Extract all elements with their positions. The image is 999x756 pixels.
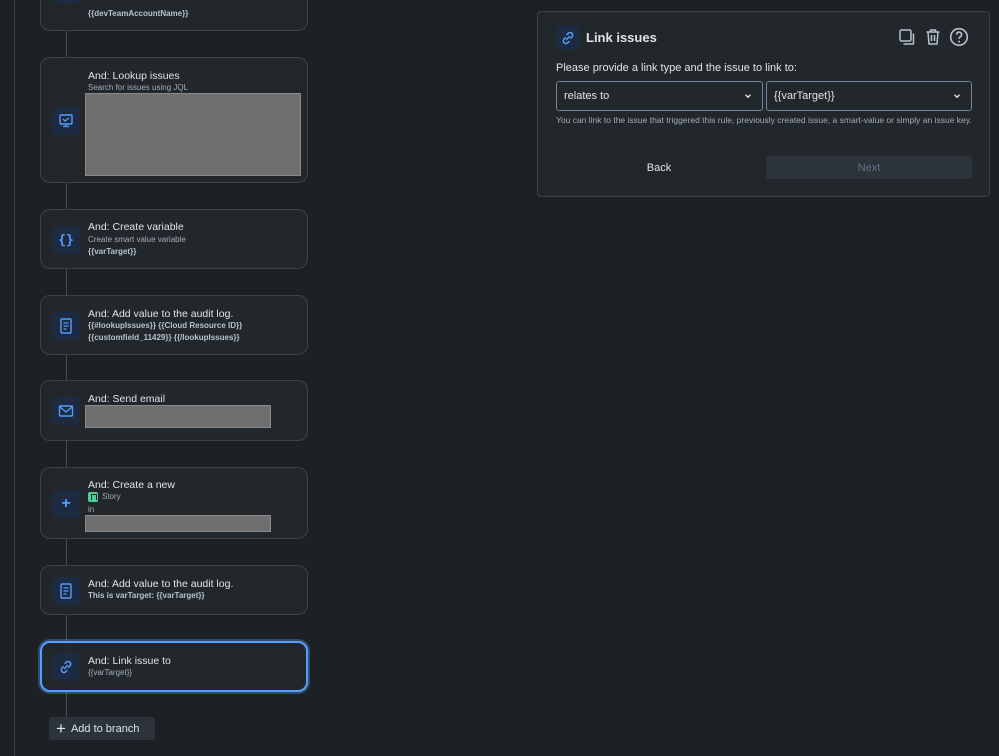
story-icon <box>88 492 98 502</box>
chevron-down-icon <box>952 91 962 104</box>
card-variable-value: {{varTarget}} <box>88 247 137 256</box>
component-card-create-issue[interactable]: + And: Create a new Story in <box>40 467 308 539</box>
link-type-select[interactable]: relates to <box>556 81 763 111</box>
panel-actions <box>897 26 969 48</box>
plus-icon: + <box>52 490 80 518</box>
mail-icon <box>52 397 80 425</box>
card-title: And: Add value to the audit log. <box>88 578 234 590</box>
link-type-value: relates to <box>564 90 610 102</box>
card-link-value: {{varTarget}} <box>88 668 133 677</box>
card-in-label: in <box>88 505 95 514</box>
component-card-audit-log[interactable]: And: Add value to the audit log. This is… <box>40 565 308 615</box>
redacted-project <box>85 515 271 532</box>
add-to-branch-button[interactable]: + Add to branch <box>49 717 155 740</box>
component-card-account-name[interactable]: {{devTeamAccountName}} <box>40 0 308 31</box>
plus-icon: + <box>56 719 66 738</box>
component-card-create-variable[interactable]: {} And: Create variable Create smart val… <box>40 209 308 269</box>
component-card-send-email[interactable]: And: Send email <box>40 380 308 441</box>
link-issues-panel: Link issues Please provide a link type a… <box>537 11 990 197</box>
redacted-email <box>85 405 271 428</box>
card-title: And: Send email <box>88 393 166 405</box>
card-title: And: Create variable <box>88 221 184 233</box>
document-icon <box>52 312 80 340</box>
card-title: And: Link issue to <box>88 655 171 667</box>
component-card-audit-log[interactable]: And: Add value to the audit log. {{#look… <box>40 295 308 355</box>
connector <box>66 31 67 57</box>
help-icon[interactable] <box>949 26 969 48</box>
connector <box>66 441 67 467</box>
duplicate-icon[interactable] <box>897 26 917 48</box>
link-target-value: {{varTarget}} <box>774 90 835 102</box>
connector <box>66 183 67 209</box>
component-card-lookup-issues[interactable]: And: Lookup issues Search for issues usi… <box>40 57 308 183</box>
connector <box>66 355 67 380</box>
link-target-select[interactable]: {{varTarget}} <box>766 81 972 111</box>
trash-icon[interactable] <box>923 26 943 48</box>
connector <box>66 692 67 718</box>
card-line: {{devTeamAccountName}} <box>88 9 189 18</box>
panel-help-text: You can link to the issue that triggered… <box>556 115 972 125</box>
card-subtitle: Create smart value variable <box>88 235 186 244</box>
issue-type-label: Story <box>102 492 121 502</box>
next-button[interactable]: Next <box>766 156 972 179</box>
card-line: This is varTarget: {{varTarget}} <box>88 591 205 600</box>
link-icon <box>556 26 580 50</box>
connector <box>66 615 67 641</box>
left-rail <box>14 0 15 756</box>
card-line: {{customfield_11429}} {{/lookupIssues}} <box>88 333 240 342</box>
redacted-jql <box>85 93 301 176</box>
document-icon <box>52 577 80 605</box>
card-line: {{#lookupIssues}} {{Cloud Resource ID}} <box>88 321 243 330</box>
back-button[interactable]: Back <box>556 156 762 179</box>
panel-title: Link issues <box>586 30 657 45</box>
braces-icon: {} <box>52 226 80 254</box>
component-icon-box <box>52 0 80 3</box>
card-title: And: Create a new <box>88 479 175 491</box>
component-card-link-issue[interactable]: And: Link issue to {{varTarget}} <box>40 641 308 692</box>
add-to-branch-label: Add to branch <box>70 722 140 735</box>
link-icon <box>52 653 80 681</box>
card-title: And: Lookup issues <box>88 70 180 82</box>
card-title: And: Add value to the audit log. <box>88 308 234 320</box>
chevron-down-icon <box>743 91 753 104</box>
monitor-icon <box>52 107 80 135</box>
connector <box>66 269 67 295</box>
connector <box>66 539 67 565</box>
panel-prompt: Please provide a link type and the issue… <box>556 62 797 74</box>
issue-type: Story <box>88 492 121 502</box>
card-subtitle: Search for issues using JQL <box>88 83 189 92</box>
